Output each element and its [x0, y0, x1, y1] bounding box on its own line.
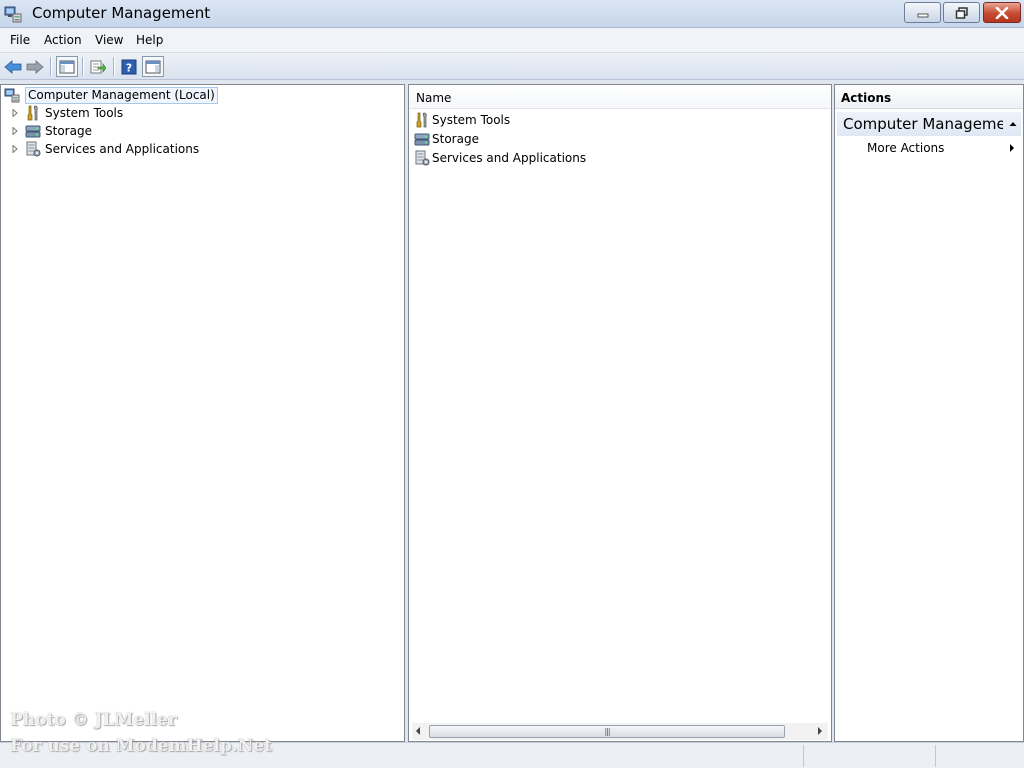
services-applications-icon	[415, 150, 430, 166]
system-tools-icon	[27, 105, 38, 121]
tree-item-storage[interactable]: Storage	[11, 122, 92, 140]
close-icon	[995, 6, 1009, 19]
show-hide-action-pane-button[interactable]	[142, 56, 164, 77]
toolbar: ?	[0, 53, 1024, 80]
watermark-line-1: Photo © JLMeller	[10, 710, 177, 730]
close-button[interactable]	[983, 2, 1021, 23]
restore-button[interactable]	[943, 2, 980, 23]
results-pane[interactable]: Name System Tools Storage Services and A…	[408, 84, 832, 742]
svg-text:?: ?	[126, 61, 132, 74]
watermark-line-2: For use on ModemHelp.Net	[10, 736, 272, 756]
minimize-icon	[917, 13, 928, 17]
status-separator	[935, 745, 936, 767]
list-item-system-tools[interactable]: System Tools	[414, 111, 510, 129]
restore-icon	[955, 6, 968, 19]
scrollbar-thumb[interactable]: |||	[429, 725, 785, 738]
scroll-right-arrow-icon[interactable]	[818, 727, 822, 735]
collapse-up-arrow-icon[interactable]	[1009, 121, 1017, 127]
horizontal-scrollbar[interactable]: |||	[412, 723, 828, 740]
actions-header: Actions	[835, 85, 1023, 109]
column-header-label: Name	[416, 91, 452, 105]
scroll-left-arrow-icon[interactable]	[416, 727, 420, 735]
actions-section-computer-management[interactable]: Computer Manageme...	[837, 112, 1021, 136]
storage-icon	[414, 133, 430, 146]
menu-bar: File Action View Help	[0, 28, 1024, 53]
actions-pane: Actions Computer Manageme... More Action…	[834, 84, 1024, 742]
help-button[interactable]: ?	[118, 56, 140, 77]
show-hide-console-tree-icon	[59, 60, 75, 73]
window-title: Computer Management	[32, 4, 211, 22]
computer-management-icon	[4, 6, 22, 23]
show-hide-action-pane-icon	[145, 60, 161, 73]
export-list-icon	[90, 60, 106, 73]
services-applications-icon	[26, 141, 41, 157]
expand-arrow-icon[interactable]	[11, 145, 19, 153]
status-separator	[803, 745, 804, 767]
computer-management-icon	[4, 88, 20, 103]
column-header-name[interactable]: Name	[409, 85, 831, 109]
submenu-arrow-icon	[1010, 144, 1014, 152]
expand-arrow-icon[interactable]	[11, 127, 19, 135]
tree-item-label: Services and Applications	[45, 142, 200, 156]
console-tree-pane[interactable]: Computer Management (Local) System Tools…	[0, 84, 405, 742]
more-actions-link[interactable]: More Actions	[867, 141, 944, 155]
toolbar-separator	[82, 57, 83, 76]
tree-root[interactable]: Computer Management (Local)	[4, 86, 218, 104]
tree-item-services-applications[interactable]: Services and Applications	[11, 140, 199, 158]
menu-file[interactable]: File	[10, 33, 30, 47]
list-item-services-applications[interactable]: Services and Applications	[414, 149, 586, 167]
menu-view[interactable]: View	[95, 33, 123, 47]
tree-item-label: System Tools	[45, 106, 124, 120]
list-item-label: System Tools	[432, 113, 511, 127]
actions-section-label: Computer Manageme...	[843, 115, 1003, 133]
tree-root-label: Computer Management (Local)	[25, 86, 218, 104]
list-item-storage[interactable]: Storage	[414, 130, 479, 148]
actions-header-label: Actions	[841, 91, 892, 105]
forward-arrow-icon	[26, 59, 44, 74]
back-arrow-icon	[4, 59, 22, 74]
expand-arrow-icon[interactable]	[11, 109, 19, 117]
minimize-button[interactable]	[904, 2, 941, 23]
toolbar-separator	[50, 57, 51, 76]
tree-item-system-tools[interactable]: System Tools	[11, 104, 123, 122]
toolbar-separator	[113, 57, 114, 76]
show-hide-console-tree-button[interactable]	[56, 56, 78, 77]
storage-icon	[25, 125, 41, 138]
export-list-button[interactable]	[87, 56, 109, 77]
menu-action[interactable]: Action	[44, 33, 82, 47]
forward-button[interactable]	[24, 56, 46, 77]
menu-help[interactable]: Help	[136, 33, 163, 47]
back-button[interactable]	[2, 56, 24, 77]
list-item-label: Services and Applications	[432, 151, 587, 165]
system-tools-icon	[416, 112, 427, 128]
tree-item-label: Storage	[45, 124, 92, 138]
list-item-label: Storage	[432, 132, 479, 146]
help-icon: ?	[121, 59, 137, 74]
title-bar: Computer Management	[0, 0, 1024, 28]
